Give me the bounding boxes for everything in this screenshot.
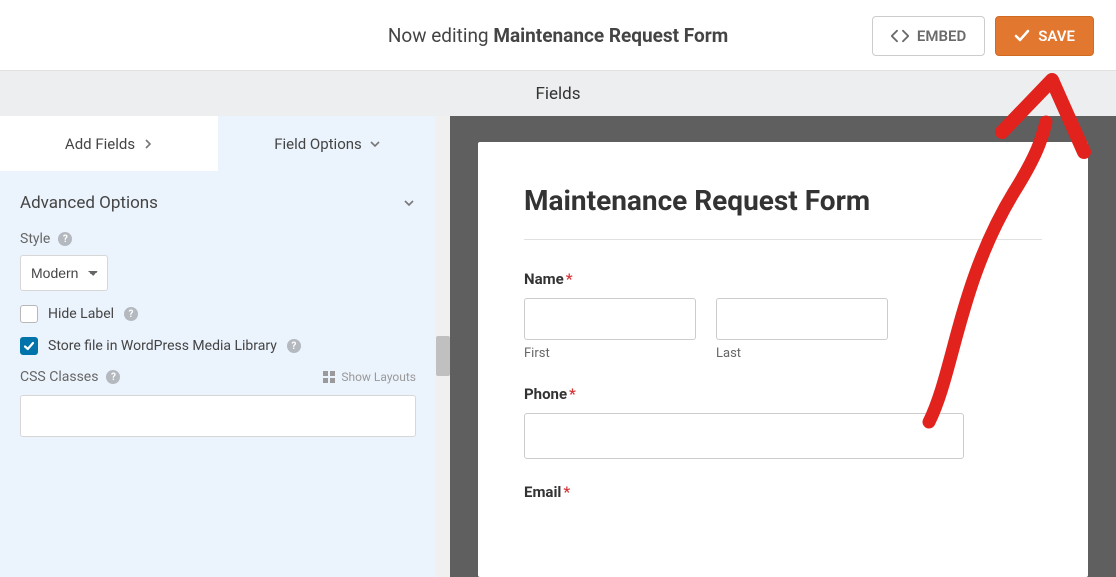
phone-label: Phone* <box>524 385 1042 403</box>
style-label: Style ? <box>20 231 416 247</box>
editing-prefix: Now editing <box>388 24 494 47</box>
help-icon[interactable]: ? <box>287 339 301 353</box>
css-classes-label-text: CSS Classes <box>20 369 98 385</box>
advanced-options-header[interactable]: Advanced Options <box>0 171 436 231</box>
style-label-text: Style <box>20 231 50 247</box>
first-name-input[interactable] <box>524 298 696 340</box>
check-icon <box>1014 28 1030 44</box>
save-label: SAVE <box>1038 27 1075 45</box>
css-classes-row: CSS Classes ? Show Layouts <box>20 369 416 437</box>
sidebar-scrollbar[interactable] <box>436 116 450 577</box>
last-sublabel: Last <box>716 346 888 361</box>
style-select[interactable]: Modern <box>20 255 108 291</box>
sidebar: Add Fields Field Options Advanced Option… <box>0 116 436 577</box>
help-icon[interactable]: ? <box>106 370 120 384</box>
store-media-row[interactable]: Store file in WordPress Media Library ? <box>20 337 416 355</box>
advanced-options-body: Style ? Modern Hide Label ? Store file i… <box>0 231 436 457</box>
help-icon[interactable]: ? <box>124 307 138 321</box>
tab-field-options[interactable]: Field Options <box>218 116 436 171</box>
tab-add-label: Add Fields <box>65 135 135 153</box>
chevron-right-icon <box>143 139 153 149</box>
form-name: Maintenance Request Form <box>493 24 728 47</box>
store-media-text: Store file in WordPress Media Library <box>48 338 277 354</box>
sidebar-tabs: Add Fields Field Options <box>0 116 436 171</box>
show-layouts-link[interactable]: Show Layouts <box>323 370 416 384</box>
editing-title: Now editing Maintenance Request Form <box>388 24 728 47</box>
phone-input[interactable] <box>524 413 964 459</box>
panel-header-label: Fields <box>535 84 580 104</box>
top-bar: Now editing Maintenance Request Form EMB… <box>0 0 1116 70</box>
phone-field[interactable]: Phone* <box>524 385 1042 459</box>
chevron-down-icon <box>404 198 414 208</box>
top-actions: EMBED SAVE <box>872 16 1094 56</box>
first-sublabel: First <box>524 346 696 361</box>
last-name-input[interactable] <box>716 298 888 340</box>
grid-icon <box>323 371 335 383</box>
embed-button[interactable]: EMBED <box>872 16 985 56</box>
panel-header: Fields <box>0 70 1116 116</box>
hide-label-checkbox[interactable] <box>20 305 38 323</box>
name-label: Name* <box>524 270 1042 288</box>
embed-label: EMBED <box>917 27 966 45</box>
tab-options-label: Field Options <box>274 135 362 153</box>
chevron-down-icon <box>370 139 380 149</box>
hide-label-row[interactable]: Hide Label ? <box>20 305 416 323</box>
form-title: Maintenance Request Form <box>524 184 1042 217</box>
tab-add-fields[interactable]: Add Fields <box>0 116 218 171</box>
name-field[interactable]: Name* First Last <box>524 270 1042 361</box>
preview-panel: Maintenance Request Form Name* First Las… <box>450 116 1116 577</box>
main: Add Fields Field Options Advanced Option… <box>0 116 1116 577</box>
form-divider <box>524 239 1042 240</box>
advanced-options-label: Advanced Options <box>20 193 158 213</box>
email-field[interactable]: Email* <box>524 483 1042 501</box>
show-layouts-label: Show Layouts <box>341 370 416 384</box>
css-classes-input[interactable] <box>20 395 416 437</box>
code-icon <box>891 29 909 43</box>
help-icon[interactable]: ? <box>58 232 72 246</box>
email-label: Email* <box>524 483 1042 501</box>
save-button[interactable]: SAVE <box>995 16 1094 56</box>
form-card: Maintenance Request Form Name* First Las… <box>478 142 1088 577</box>
scrollbar-thumb[interactable] <box>436 336 450 376</box>
hide-label-text: Hide Label <box>48 306 114 322</box>
store-media-checkbox[interactable] <box>20 337 38 355</box>
style-row: Style ? Modern <box>20 231 416 291</box>
